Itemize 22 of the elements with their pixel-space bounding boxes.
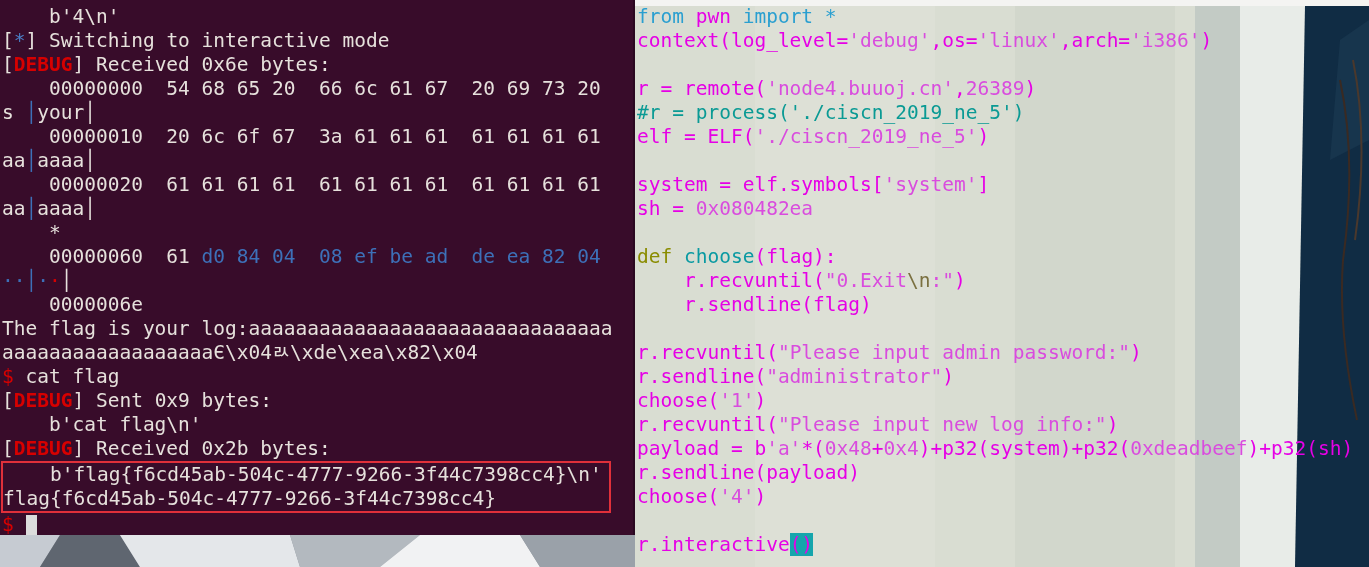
terminal-line: aa│aaaa│ bbox=[2, 197, 97, 221]
terminal-line: [*] Switching to interactive mode bbox=[2, 29, 391, 53]
terminal-line: [DEBUG] Sent 0x9 bytes: bbox=[2, 389, 274, 413]
terminal-line: [DEBUG] Received 0x6e bytes: bbox=[2, 53, 332, 77]
terminal-line: 00000010 20 6c 6f 67 3a 61 61 61 61 61 61 61 bbox=[47, 125, 602, 148]
terminal-line: b'4\n' bbox=[47, 5, 121, 29]
terminal-line: 00000020 61 61 61 61 61 61 61 61 61 61 61 61 bbox=[47, 173, 602, 196]
terminal-line: * bbox=[47, 221, 62, 245]
terminal-line: ··│··│ bbox=[2, 269, 74, 293]
terminal-line: b'cat flag\n' bbox=[47, 413, 203, 437]
terminal-line: aa│aaaa│ bbox=[2, 149, 97, 173]
terminal-line: 00000060 61 d0 84 04 08 ef be ad de ea 82 04 bbox=[47, 245, 602, 268]
terminal-line: $ cat flag bbox=[2, 365, 121, 389]
terminal-line: 00000000 54 68 65 20 66 6c 61 67 20 69 73 20 bbox=[47, 77, 602, 100]
terminal-line: flag{f6cd45ab-504c-4777-9266-3f44c7398cc4} bbox=[3, 487, 498, 511]
terminal-line: s │your│ bbox=[2, 101, 97, 125]
terminal-line: [DEBUG] Received 0x2b bytes: bbox=[2, 437, 332, 461]
prompt-line: $ bbox=[2, 513, 14, 537]
terminal-line: The flag is your log:aaaaaaaaaaaaaaaaaaaaaaaaaaaaaaa bbox=[2, 317, 614, 341]
terminal-line: aaaaaaaaaaaaaaaaaaЄ\x04ﾭ\xde\xea\x82\x04 bbox=[2, 341, 479, 365]
terminal-line: b'flag{f6cd45ab-504c-4777-9266-3f44c7398cc4}\n' bbox=[48, 463, 603, 487]
terminal-line: 0000006e bbox=[47, 293, 144, 317]
